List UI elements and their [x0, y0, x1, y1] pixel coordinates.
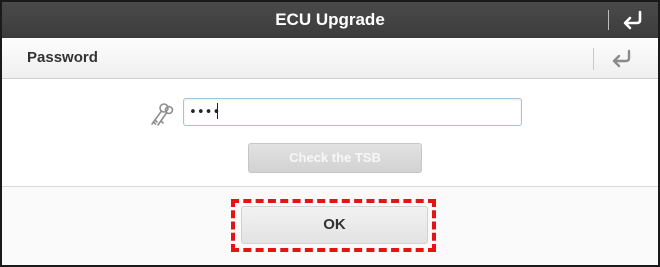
title-bar: ECU Upgrade — [2, 2, 658, 38]
header-divider — [593, 48, 594, 70]
title-divider — [608, 10, 609, 30]
return-arrow-icon — [623, 10, 642, 30]
password-input[interactable] — [183, 98, 522, 126]
check-tsb-button[interactable]: Check the TSB — [248, 143, 422, 173]
back-button[interactable] — [618, 8, 650, 32]
dialog-back-button[interactable] — [607, 47, 639, 71]
window-title: ECU Upgrade — [275, 10, 385, 29]
ok-highlight-box — [231, 199, 436, 252]
return-arrow-icon — [612, 49, 631, 68]
text-caret — [217, 103, 218, 119]
dialog-title: Password — [27, 49, 98, 66]
ecu-upgrade-window: ECU Upgrade Password •••• Check the TSB … — [0, 0, 660, 267]
key-icon — [146, 100, 176, 128]
dialog-header: Password — [2, 38, 658, 79]
